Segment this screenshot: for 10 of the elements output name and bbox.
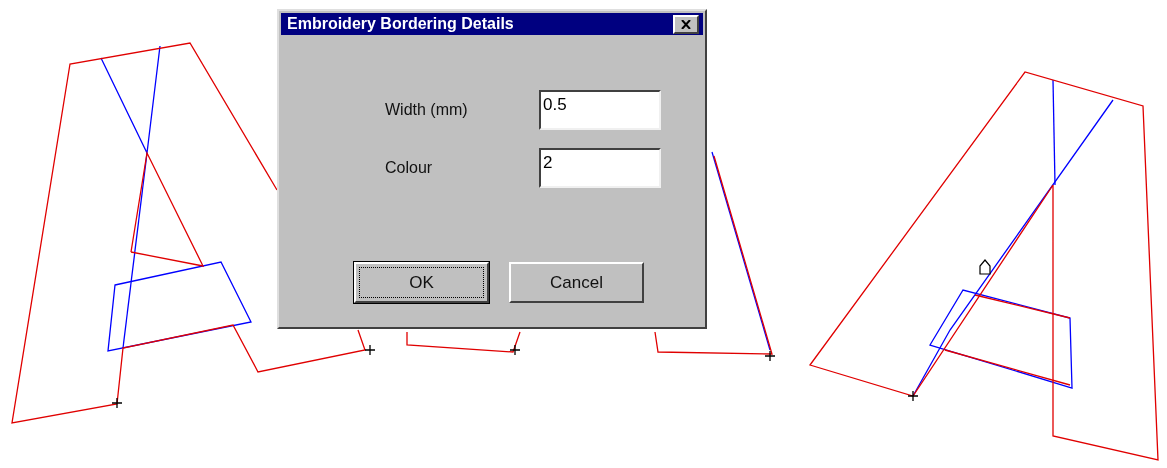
field-label: Colour [385, 159, 434, 177]
input-field[interactable]: 2 [539, 148, 661, 188]
dialog-button[interactable]: Cancel [509, 262, 644, 303]
field-label: Width (mm) [385, 101, 469, 119]
input-field[interactable]: 0.5 [539, 90, 661, 130]
close-icon [681, 19, 691, 29]
dialog-button[interactable]: OK [354, 262, 489, 303]
dialog-title: Embroidery Bordering Details [287, 15, 514, 33]
marker-icon [979, 259, 991, 275]
close-button[interactable] [673, 14, 699, 34]
